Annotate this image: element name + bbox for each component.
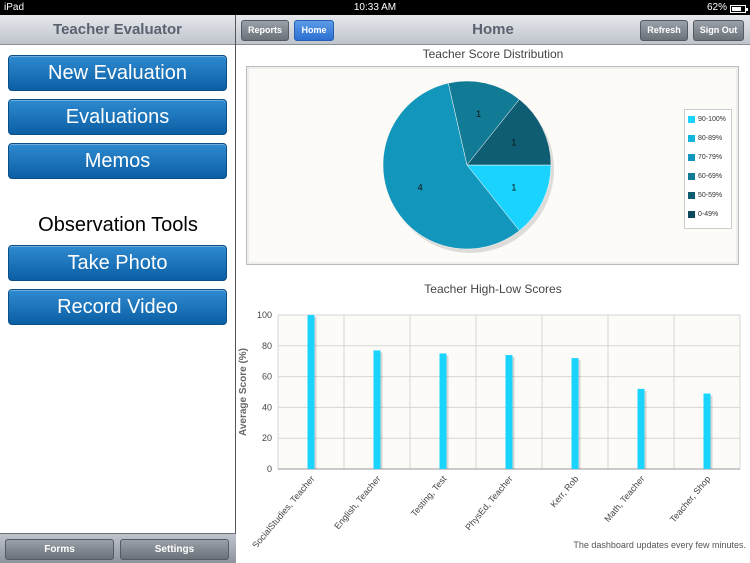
y-tick-label: 100 xyxy=(257,310,272,320)
y-axis-label: Average Score (%) xyxy=(238,348,249,436)
legend-label: 70-79% xyxy=(698,154,723,161)
legend-item[interactable]: 60-69% xyxy=(685,167,731,186)
observation-tools-heading: Observation Tools xyxy=(38,214,198,236)
pie-slice-label: 4 xyxy=(418,183,423,193)
pie-slice-label: 1 xyxy=(476,109,481,119)
bar[interactable] xyxy=(505,355,513,469)
y-tick-label: 60 xyxy=(262,372,272,382)
main-toolbar: Reports Home Home Refresh Sign Out xyxy=(236,15,750,45)
sign-out-button[interactable]: Sign Out xyxy=(693,20,744,41)
new-evaluation-button[interactable]: New Evaluation xyxy=(8,55,227,91)
battery-icon xyxy=(730,5,748,13)
x-tick-label: English, Teacher xyxy=(332,474,382,531)
evaluations-button[interactable]: Evaluations xyxy=(8,99,227,135)
sidebar-footer: Forms Settings xyxy=(0,533,236,563)
refresh-button[interactable]: Refresh xyxy=(640,20,688,41)
pie-chart: 1 4 1 1 xyxy=(382,80,554,253)
y-tick-label: 0 xyxy=(267,464,272,474)
x-tick-label: PhysEd, Teacher xyxy=(463,474,514,532)
x-tick-label: Teacher, Shop xyxy=(668,474,713,525)
battery-status: 62% xyxy=(706,0,748,15)
x-tick-label: Kerr, Rob xyxy=(548,474,580,510)
status-bar: iPad 10:33 AM 62% xyxy=(0,0,750,15)
sidebar: Teacher Evaluator New Evaluation Evaluat… xyxy=(0,15,236,563)
battery-percent: 62% xyxy=(706,2,727,13)
forms-button[interactable]: Forms xyxy=(5,539,114,560)
settings-button[interactable]: Settings xyxy=(120,539,229,560)
bar[interactable] xyxy=(373,350,381,469)
bar[interactable] xyxy=(571,358,579,469)
legend-item[interactable]: 0-49% xyxy=(685,205,731,224)
legend-label: 50-59% xyxy=(698,192,723,199)
legend-swatch xyxy=(688,173,695,180)
y-tick-label: 80 xyxy=(262,341,272,351)
legend-swatch xyxy=(688,192,695,199)
legend-label: 60-69% xyxy=(698,173,723,180)
legend-label: 80-89% xyxy=(698,135,723,142)
y-tick-label: 20 xyxy=(262,433,272,443)
x-tick-label: Testing, Test xyxy=(409,473,449,518)
take-photo-button[interactable]: Take Photo xyxy=(8,245,227,281)
bar[interactable] xyxy=(703,393,711,469)
sidebar-title: Teacher Evaluator xyxy=(0,15,235,45)
pie-slice-label: 1 xyxy=(511,137,516,147)
legend-swatch xyxy=(688,116,695,123)
legend-item[interactable]: 50-59% xyxy=(685,186,731,205)
bar-chart-title: Teacher High-Low Scores xyxy=(424,282,562,296)
legend-item[interactable]: 90-100% xyxy=(685,110,731,129)
dashboard-footnote: The dashboard updates every few minutes. xyxy=(573,540,746,550)
memos-button[interactable]: Memos xyxy=(8,143,227,179)
pie-chart-panel: 1 4 1 1 90-100% 80-89% 70-79% 60-69% 50-59% 0-49… xyxy=(246,66,739,265)
legend-label: 90-100% xyxy=(698,116,727,123)
pie-legend: 90-100% 80-89% 70-79% 60-69% 50-59% 0-49% xyxy=(684,109,732,229)
bar-chart: 0 20 40 60 80 100 Average Score (%) SocialStudi… xyxy=(238,310,741,547)
legend-swatch xyxy=(688,135,695,142)
y-tick-label: 40 xyxy=(262,402,272,412)
bar[interactable] xyxy=(637,388,645,469)
main-panel: Reports Home Home Refresh Sign Out Teach… xyxy=(236,15,750,563)
legend-item[interactable]: 70-79% xyxy=(685,148,731,167)
bar[interactable] xyxy=(307,315,315,469)
legend-label: 0-49% xyxy=(698,211,719,218)
pie-chart-title: Teacher Score Distribution xyxy=(422,47,564,61)
pie-slice-label: 1 xyxy=(511,183,516,193)
clock: 10:33 AM xyxy=(353,2,397,13)
legend-swatch xyxy=(688,154,695,161)
legend-swatch xyxy=(688,211,695,218)
x-tick-label: SocialStudies, Teacher xyxy=(250,474,316,547)
record-video-button[interactable]: Record Video xyxy=(8,289,227,325)
legend-item[interactable]: 80-89% xyxy=(685,129,731,148)
x-tick-label: Math, Teacher xyxy=(602,474,646,524)
bar[interactable] xyxy=(439,353,447,470)
